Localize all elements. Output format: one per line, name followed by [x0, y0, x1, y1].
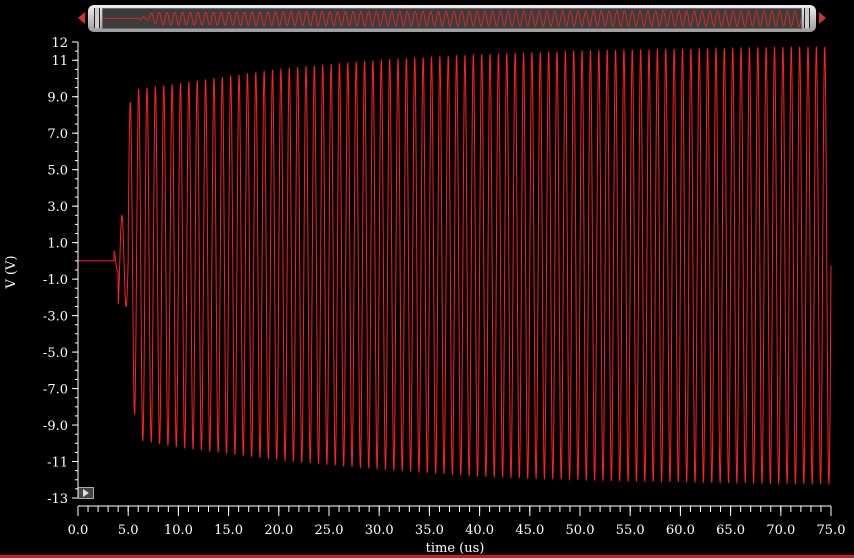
slider-right-handle[interactable]	[804, 8, 810, 28]
x-tick-label: 50.0	[566, 523, 595, 538]
y-tick-label: 11	[51, 54, 68, 69]
x-tick-label: 15.0	[214, 523, 243, 538]
x-tick-label: 5.0	[118, 523, 139, 538]
waveform-layer	[78, 45, 832, 486]
x-tick-label: 25.0	[315, 523, 344, 538]
y-tick-label: -3.0	[43, 310, 68, 325]
x-tick-label: 30.0	[365, 523, 394, 538]
series-line	[78, 45, 832, 486]
slider-left-handle[interactable]	[94, 8, 100, 28]
y-tick-label: -9.0	[43, 419, 68, 434]
waveform-chart: 12 11 9.0 7.0 5.0 3.0 1.0 -1.0 -3.0 -5.0 -7.0 -9.0 -…	[4, 36, 846, 556]
overview-slider[interactable]	[78, 5, 826, 32]
x-tick-label: 35.0	[415, 523, 444, 538]
y-tick-label: -11	[47, 456, 68, 471]
y-tick-label: 7.0	[47, 127, 68, 142]
x-tick-label: 45.0	[515, 523, 544, 538]
y-tick-label: -1.0	[43, 273, 68, 288]
x-tick-label: 10.0	[164, 523, 193, 538]
y-tick-label: -5.0	[43, 346, 68, 361]
y-axis-label: V (V)	[4, 255, 19, 289]
x-tick-label: 20.0	[264, 523, 293, 538]
scroll-left-icon[interactable]	[78, 12, 85, 24]
y-tick-label: 5.0	[47, 164, 68, 179]
play-icon[interactable]	[78, 487, 94, 499]
x-tick-label: 0.0	[68, 523, 89, 538]
y-tick-label: -7.0	[43, 383, 68, 398]
x-tick-label: 65.0	[716, 523, 745, 538]
x-tick-label: 75.0	[817, 523, 846, 538]
overview-waveform	[103, 10, 802, 27]
y-tick-label: 9.0	[47, 91, 68, 106]
overview-thumbnail	[102, 8, 802, 29]
x-tick-label: 60.0	[666, 523, 695, 538]
x-tick-label: 70.0	[766, 523, 795, 538]
y-tick-label: -13	[47, 492, 68, 507]
x-tick-label: 55.0	[616, 523, 645, 538]
y-tick-label: 3.0	[47, 200, 68, 215]
x-axis-label: time (us)	[426, 541, 485, 556]
scroll-right-icon[interactable]	[819, 12, 826, 24]
x-tick-label: 40.0	[465, 523, 494, 538]
overview-series-line	[103, 10, 802, 27]
y-tick-label: 1.0	[47, 237, 68, 252]
y-tick-label: 12	[51, 36, 68, 51]
